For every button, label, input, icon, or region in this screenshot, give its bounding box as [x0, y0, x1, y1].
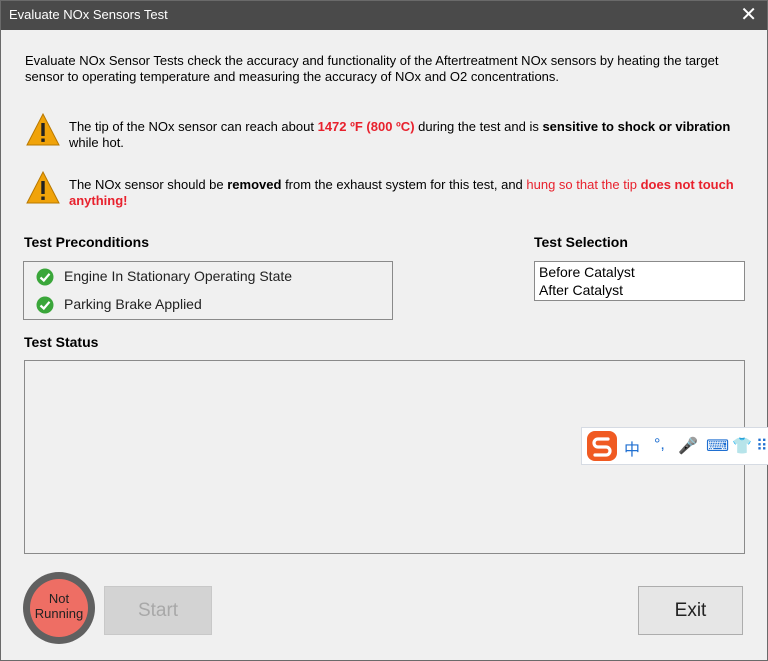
- option-before-catalyst[interactable]: Before Catalyst: [539, 264, 635, 280]
- running-status-indicator: Not Running: [23, 572, 95, 644]
- chinese-mode-icon[interactable]: 中: [624, 436, 640, 460]
- test-description: Evaluate NOx Sensor Tests check the accu…: [25, 53, 719, 84]
- test-status-label: Test Status: [24, 334, 99, 350]
- option-after-catalyst[interactable]: After Catalyst: [539, 282, 623, 298]
- sogou-logo-icon[interactable]: [586, 430, 618, 462]
- ime-toolbar[interactable]: 中 °, 🎤 ⌨ 👕 ⠿: [581, 427, 768, 465]
- preconditions-label: Test Preconditions: [24, 234, 149, 250]
- removal-warning-text: The NOx sensor should be removed from th…: [69, 177, 734, 208]
- start-button[interactable]: Start: [104, 586, 212, 635]
- warning-icon: [26, 171, 60, 204]
- test-selection-list[interactable]: Before Catalyst After Catalyst: [534, 261, 745, 301]
- punctuation-icon[interactable]: °,: [654, 436, 665, 454]
- running-status-text: Not Running: [34, 591, 84, 621]
- toolbox-icon[interactable]: ⠿: [756, 436, 768, 456]
- skin-shirt-icon[interactable]: 👕: [732, 436, 752, 456]
- preconditions-list: Engine In Stationary Operating State Par…: [23, 261, 393, 320]
- nox-test-window: Evaluate NOx Sensors Test ✕ Evaluate NOx…: [0, 0, 768, 661]
- exit-button[interactable]: Exit: [638, 586, 743, 635]
- microphone-icon[interactable]: 🎤: [678, 436, 698, 456]
- test-selection-label: Test Selection: [534, 234, 628, 250]
- heat-warning-text: The tip of the NOx sensor can reach abou…: [69, 119, 731, 150]
- keyboard-icon[interactable]: ⌨: [706, 436, 729, 456]
- close-icon[interactable]: ✕: [740, 3, 757, 27]
- check-circle-icon: [36, 268, 54, 286]
- warning-icon: [26, 113, 60, 146]
- title-bar: Evaluate NOx Sensors Test ✕: [1, 1, 767, 30]
- check-circle-icon: [36, 296, 54, 314]
- window-title: Evaluate NOx Sensors Test: [9, 7, 168, 22]
